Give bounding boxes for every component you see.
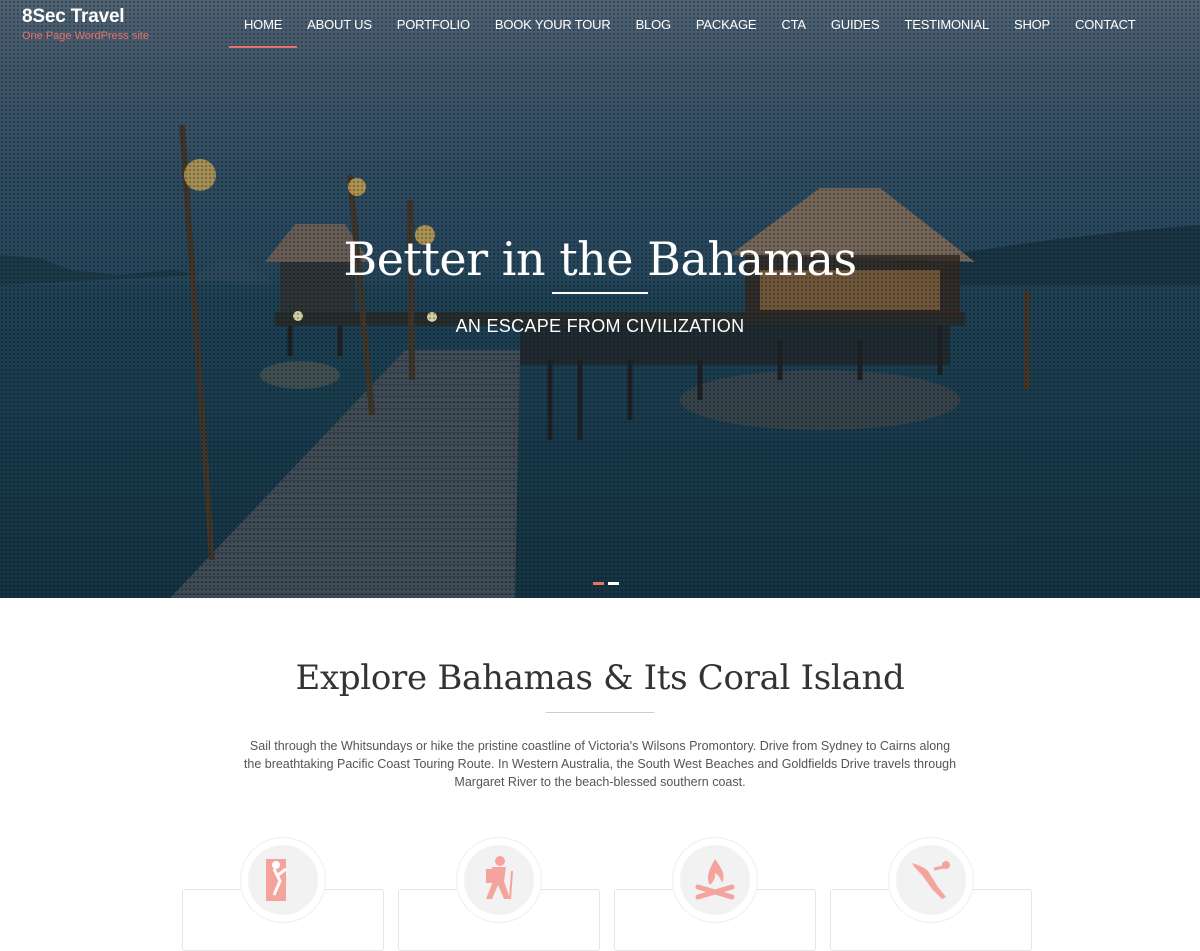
nav-guides[interactable]: GUIDES xyxy=(818,17,892,32)
feature-icon-circle-2 xyxy=(456,837,542,923)
nav-home[interactable]: HOME xyxy=(229,17,297,48)
nav-blog[interactable]: BLOG xyxy=(623,17,683,32)
nav-portfolio[interactable]: PORTFOLIO xyxy=(384,17,482,32)
nav-book-your-tour[interactable]: BOOK YOUR TOUR xyxy=(482,17,623,32)
feature-icon-circle-3 xyxy=(672,837,758,923)
site-branding[interactable]: 8Sec Travel One Page WordPress site xyxy=(22,6,149,42)
explore-section: Explore Bahamas & Its Coral Island Sail … xyxy=(0,658,1200,951)
hero-slider: 8Sec Travel One Page WordPress site HOME… xyxy=(0,0,1200,598)
diving-icon xyxy=(912,861,950,899)
hero-subtitle: AN ESCAPE FROM CIVILIZATION xyxy=(455,316,745,336)
hero-caption: Better in the Bahamas AN ESCAPE FROM CIV… xyxy=(0,232,1200,337)
hero-title-divider xyxy=(552,292,648,294)
section-heading-divider xyxy=(546,712,654,713)
slider-dot-2[interactable] xyxy=(608,582,619,585)
feature-icon-circle-1 xyxy=(240,837,326,923)
slider-dot-1[interactable] xyxy=(593,582,604,585)
feature-icon-circle-4 xyxy=(888,837,974,923)
section-heading: Explore Bahamas & Its Coral Island xyxy=(295,658,905,698)
hero-title: Better in the Bahamas xyxy=(343,232,857,286)
site-title[interactable]: 8Sec Travel xyxy=(22,6,149,28)
nav-shop[interactable]: SHOP xyxy=(1001,17,1062,32)
feature-cards xyxy=(0,837,1200,951)
nav-cta[interactable]: CTA xyxy=(769,17,818,32)
hiking-icon xyxy=(486,856,513,900)
section-description: Sail through the Whitsundays or hike the… xyxy=(243,739,957,789)
campfire-icon xyxy=(695,859,735,900)
nav-about-us[interactable]: ABOUT US xyxy=(295,17,385,32)
slider-pagination xyxy=(593,582,619,585)
nav-contact[interactable]: CONTACT xyxy=(1063,17,1148,32)
site-tagline: One Page WordPress site xyxy=(22,30,149,42)
nav-package[interactable]: PACKAGE xyxy=(683,17,769,32)
main-navigation: HOME ABOUT US PORTFOLIO BOOK YOUR TOUR B… xyxy=(229,17,1148,48)
nav-testimonial[interactable]: TESTIMONIAL xyxy=(892,17,1001,32)
climbing-icon xyxy=(266,859,287,901)
